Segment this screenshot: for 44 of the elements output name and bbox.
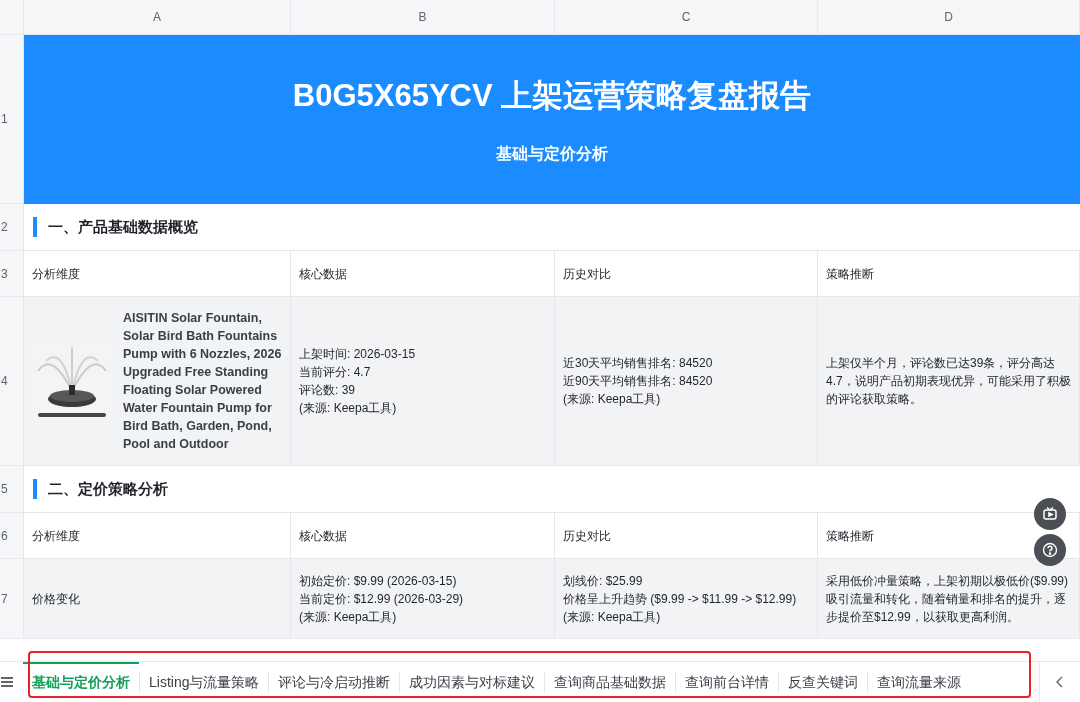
column-header[interactable]: D (818, 0, 1080, 35)
column-heading: 分析维度 (24, 251, 291, 297)
table-cell: 价格变化 (24, 559, 291, 639)
row-number[interactable]: 7 (0, 559, 24, 639)
row-number[interactable]: 2 (0, 204, 24, 251)
column-heading: 分析维度 (24, 513, 291, 559)
table-cell: 上架时间: 2026-03-15 当前评分: 4.7 评论数: 39 (来源: Keepa工具) (291, 297, 555, 466)
table-cell: 采用低价冲量策略，上架初期以极低价($9.99)吸引流量和转化，随着销量和排名的提升，逐步提价至$12.99，以获取更高利润。 (818, 559, 1080, 639)
column-header[interactable]: C (555, 0, 818, 35)
chevron-left-icon[interactable] (1056, 675, 1064, 688)
row-number[interactable]: 6 (0, 513, 24, 559)
report-subtitle: 基础与定价分析 (496, 143, 608, 164)
sheet-tab[interactable]: 查询商品基础数据 (545, 661, 676, 702)
column-heading: 历史对比 (555, 513, 818, 559)
row-number[interactable]: 5 (0, 466, 24, 513)
column-header[interactable]: A (24, 0, 291, 35)
sheet-tab[interactable]: 基础与定价分析 (23, 661, 139, 702)
sheet-tab[interactable]: Listing与流量策略 (140, 661, 269, 702)
section-title: 二、定价策略分析 (48, 478, 168, 499)
section-title: 一、产品基础数据概览 (48, 216, 198, 237)
column-heading: 策略推断 (818, 513, 1080, 559)
table-cell: 初始定价: $9.99 (2026-03-15) 当前定价: $12.99 (2026-03-29) (来源: Keepa工具) (291, 559, 555, 639)
table-cell: 划线价: $25.99 价格呈上升趋势 ($9.99 -> $11.99 -> $12.99) (来源: Keepa工具) (555, 559, 818, 639)
report-title: B0G5X65YCV 上架运营策略复盘报告 (292, 77, 812, 116)
table-cell: 近30天平均销售排名: 84520 近90天平均销售排名: 84520 (来源: Keepa工具) (555, 297, 818, 466)
tv-icon[interactable] (1034, 498, 1066, 530)
table-cell: 上架仅半个月，评论数已达39条，评分高达4.7，说明产品初期表现优异，可能采用了积极的评论获取策略。 (818, 297, 1080, 466)
menu-icon[interactable] (1, 675, 13, 688)
sheet-tab[interactable]: 查询前台详情 (676, 661, 779, 702)
sheet-tab[interactable]: 评论与冷启动推断 (269, 661, 400, 702)
sheet-tab[interactable]: 成功因素与对标建议 (400, 661, 545, 702)
column-heading: 历史对比 (555, 251, 818, 297)
row-number[interactable]: 4 (0, 297, 24, 466)
sheet-tab[interactable]: 查询流量来源 (868, 661, 971, 702)
sheet-tab[interactable]: 反查关键词 (779, 661, 868, 702)
product-title: AISITIN Solar Fountain, Solar Bird Bath Fountains Pump with 6 Nozzles, 2026 Upgraded Free Standing Floating Solar Powered Water Fountain Pump for Bird Bath, Garden, Pond, Pool and Outdoor (123, 310, 283, 453)
column-heading: 核心数据 (291, 251, 555, 297)
column-header[interactable]: B (291, 0, 555, 35)
column-heading: 核心数据 (291, 513, 555, 559)
column-heading: 策略推断 (818, 251, 1080, 297)
row-number[interactable]: 1 (0, 35, 24, 204)
section-accent-bar (33, 479, 37, 499)
section-accent-bar (33, 217, 37, 237)
row-number[interactable]: 3 (0, 251, 24, 297)
